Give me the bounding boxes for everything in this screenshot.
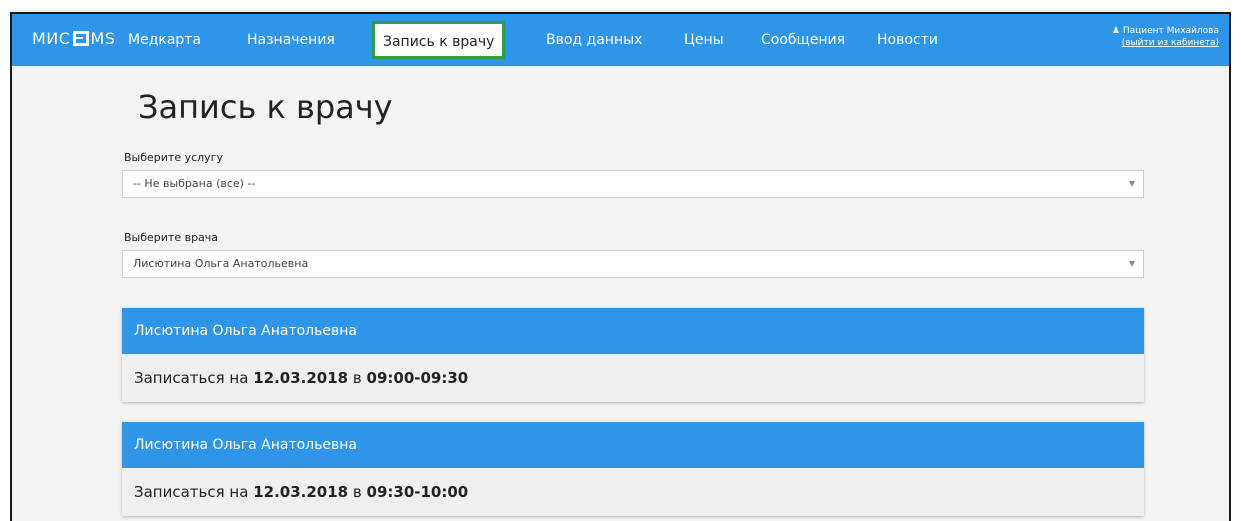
slot-date: 12.03.2018 xyxy=(253,369,349,387)
slot-book-link[interactable]: Записаться на 12.03.2018 в 09:00-09:30 xyxy=(122,354,1144,402)
slot-time: 09:00-09:30 xyxy=(366,369,469,387)
doctor-label: Выберите врача xyxy=(124,231,219,244)
slot-date: 12.03.2018 xyxy=(253,483,349,501)
service-select-value: -- Не выбрана (все) -- xyxy=(133,177,256,190)
user-icon: ♟ xyxy=(1111,26,1120,36)
user-name-text: Пациент Михайлова xyxy=(1122,26,1219,36)
nav-item-news[interactable]: Новости xyxy=(877,14,938,66)
nav-item-data-entry[interactable]: Ввод данных xyxy=(546,14,642,66)
slot-book-link[interactable]: Записаться на 12.03.2018 в 09:30-10:00 xyxy=(122,468,1144,516)
nav-item-messages[interactable]: Сообщения xyxy=(761,14,845,66)
slot-prefix: Записаться на xyxy=(134,369,249,387)
slot-doctor-name: Лисютина Ольга Анатольевна xyxy=(122,308,1144,354)
nav-item-medcard[interactable]: Медкарта xyxy=(128,14,201,66)
brand-text-left: МИС xyxy=(32,29,71,48)
slot-time: 09:30-10:00 xyxy=(366,483,469,501)
slot-prefix: Записаться на xyxy=(134,483,249,501)
service-label: Выберите услугу xyxy=(124,151,223,164)
user-name: ♟ Пациент Михайлова xyxy=(1112,25,1219,37)
app-window: МИС MS Медкарта Назначения Запись к врач… xyxy=(10,12,1231,521)
logo-icon xyxy=(73,31,90,46)
slot-sep: в xyxy=(352,369,362,387)
user-box: ♟ Пациент Михайлова (выйти из кабинета) xyxy=(1112,25,1219,49)
main-content: Запись к врачу Выберите услугу -- Не выб… xyxy=(12,66,1229,521)
top-navbar: МИС MS Медкарта Назначения Запись к врач… xyxy=(12,14,1229,66)
chevron-down-icon: ▼ xyxy=(1128,259,1135,268)
slot-doctor-name: Лисютина Ольга Анатольевна xyxy=(122,422,1144,468)
logout-link[interactable]: (выйти из кабинета) xyxy=(1122,38,1219,48)
slot-sep: в xyxy=(352,483,362,501)
chevron-down-icon: ▼ xyxy=(1128,179,1135,188)
nav-item-prices[interactable]: Цены xyxy=(684,14,724,66)
nav-item-prescriptions[interactable]: Назначения xyxy=(247,14,335,66)
doctor-select[interactable]: Лисютина Ольга Анатольевна ▼ xyxy=(122,250,1144,278)
page-title: Запись к врачу xyxy=(138,88,393,126)
slot-card: Лисютина Ольга Анатольевна Записаться на… xyxy=(122,422,1144,516)
doctor-select-value: Лисютина Ольга Анатольевна xyxy=(133,257,309,270)
brand-text-right: MS xyxy=(90,29,116,48)
slot-card: Лисютина Ольга Анатольевна Записаться на… xyxy=(122,308,1144,402)
nav-item-appointment[interactable]: Запись к врачу xyxy=(372,21,506,59)
service-select[interactable]: -- Не выбрана (все) -- ▼ xyxy=(122,170,1144,198)
brand-logo[interactable]: МИС MS xyxy=(32,29,115,48)
